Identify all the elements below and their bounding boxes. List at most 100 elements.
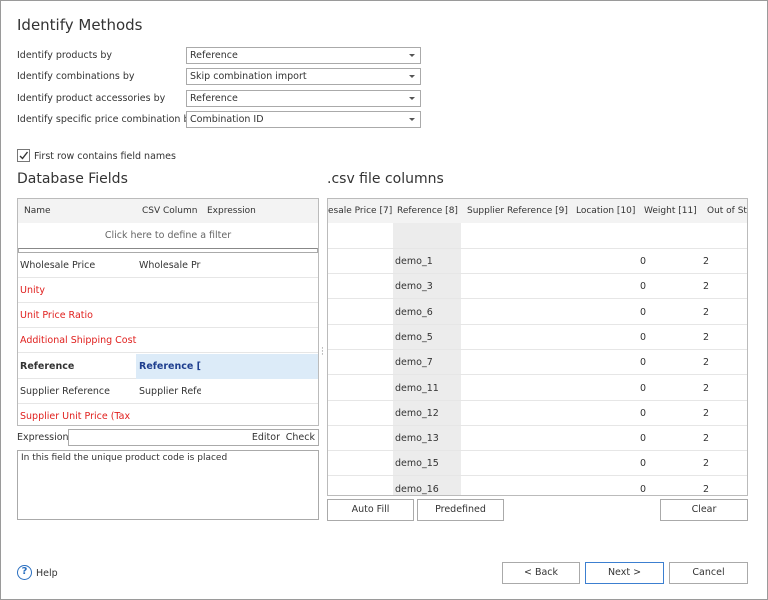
weight-cell: 0 [640, 281, 647, 293]
out-of-stock-cell: 2 [703, 458, 710, 470]
weight-cell: 0 [640, 458, 647, 470]
reference-cell: demo_6 [395, 306, 433, 318]
weight-cell: 0 [640, 256, 647, 267]
reference-cell: demo_15 [395, 458, 439, 470]
reference-cell: demo_7 [395, 357, 433, 369]
field-row[interactable]: Unit Price Ratio [18, 303, 318, 328]
reference-cell: demo_3 [395, 281, 433, 293]
description-box: In this field the unique product code is… [17, 450, 319, 520]
database-fields-grid[interactable]: Name CSV Column Expression Click here to… [17, 198, 319, 426]
out-of-stock-cell: 2 [703, 331, 710, 343]
identify-select[interactable]: Reference [186, 47, 421, 64]
csv-header: esale Price [7] Reference [8] Supplier R… [328, 199, 747, 223]
field-row[interactable]: Unity [18, 278, 318, 303]
first-row-checkbox[interactable] [17, 149, 30, 162]
field-row[interactable]: Wholesale Price Wholesale Pri [18, 253, 318, 278]
out-of-stock-cell: 2 [703, 306, 710, 318]
next-button[interactable]: Next > [585, 562, 664, 584]
out-of-stock-cell: 2 [703, 256, 710, 267]
csv-columns-grid[interactable]: esale Price [7] Reference [8] Supplier R… [327, 198, 748, 496]
field-row[interactable]: Supplier Unit Price (Tax [18, 404, 318, 425]
identify-select[interactable]: Skip combination import [186, 68, 421, 86]
field-row[interactable]: Reference Reference [8] [18, 354, 318, 379]
weight-cell: 0 [640, 433, 647, 445]
csv-row[interactable]: demo_7 0 2 [328, 350, 747, 376]
identify-label: Identify product accessories by [17, 92, 166, 104]
field-name: Unity [20, 285, 45, 296]
select-value: Reference [190, 50, 238, 61]
csv-filter-row[interactable] [328, 223, 747, 249]
csv-col-header[interactable]: Weight [11] [644, 199, 697, 223]
identify-select[interactable]: Reference [186, 89, 421, 107]
expression-input[interactable]: Editor Check [68, 429, 319, 446]
csv-row[interactable]: demo_11 0 2 [328, 376, 747, 401]
out-of-stock-cell: 2 [703, 357, 710, 369]
chevron-down-icon [409, 117, 415, 121]
csv-col-header[interactable]: Out of St [707, 199, 747, 223]
csv-row[interactable]: demo_13 0 2 [328, 426, 747, 452]
field-name: Wholesale Price [20, 260, 96, 271]
check-button[interactable]: Check [286, 432, 315, 443]
grid-header: Name CSV Column Expression [18, 199, 318, 223]
column-csv[interactable]: CSV Column [142, 199, 197, 223]
csv-row[interactable]: demo_5 0 2 [328, 325, 747, 350]
out-of-stock-cell: 2 [703, 483, 710, 495]
weight-cell: 0 [640, 306, 647, 318]
csv-col-header[interactable]: Supplier Reference [9] [467, 199, 568, 223]
database-fields-title: Database Fields [17, 171, 128, 187]
select-value: Reference [190, 92, 238, 104]
field-row[interactable]: Supplier Reference Supplier Refer [18, 379, 318, 404]
field-csv-column: Wholesale Pri [139, 260, 201, 271]
identify-label: Identify combinations by [17, 71, 135, 83]
clear-button[interactable]: Clear [660, 499, 748, 521]
expression-label: Expression [17, 432, 69, 443]
weight-cell: 0 [640, 331, 647, 343]
editor-button[interactable]: Editor [252, 432, 280, 443]
csv-row[interactable]: demo_6 0 2 [328, 300, 747, 325]
field-name: Unit Price Ratio [20, 310, 93, 321]
predefined-button[interactable]: Predefined [417, 499, 504, 521]
csv-col-header[interactable]: esale Price [7] [328, 199, 392, 223]
csv-row[interactable]: demo_1 0 2 [328, 249, 747, 274]
help-icon[interactable]: ? [17, 565, 32, 580]
identify-label: Identify products by [17, 50, 113, 61]
reference-cell: demo_5 [395, 331, 433, 343]
filter-row[interactable]: Click here to define a filter [18, 223, 318, 248]
reference-cell: demo_12 [395, 407, 439, 419]
column-expression[interactable]: Expression [207, 199, 256, 223]
csv-col-header[interactable]: Location [10] [576, 199, 635, 223]
out-of-stock-cell: 2 [703, 433, 710, 445]
weight-cell: 0 [640, 407, 647, 419]
page-title: Identify Methods [17, 16, 143, 34]
cancel-button[interactable]: Cancel [669, 562, 748, 584]
field-name: Supplier Unit Price (Tax [20, 411, 131, 422]
reference-cell: demo_1 [395, 256, 433, 267]
csv-row[interactable]: demo_12 0 2 [328, 401, 747, 426]
out-of-stock-cell: 2 [703, 407, 710, 419]
csv-row[interactable]: demo_15 0 2 [328, 451, 747, 477]
select-value: Combination ID [190, 113, 264, 125]
reference-cell: demo_16 [395, 483, 439, 495]
splitter-handle[interactable]: · · · [321, 345, 324, 360]
back-button[interactable]: < Back [502, 562, 580, 584]
chevron-down-icon [409, 96, 415, 100]
csv-row[interactable]: demo_3 0 2 [328, 274, 747, 300]
first-row-label: First row contains field names [34, 151, 176, 162]
chevron-down-icon [409, 75, 415, 79]
out-of-stock-cell: 2 [703, 382, 710, 394]
field-name: Reference [20, 361, 75, 372]
csv-columns-title: .csv file columns [327, 171, 444, 187]
weight-cell: 0 [640, 483, 647, 495]
field-row[interactable]: Additional Shipping Cost [18, 328, 318, 353]
csv-col-header[interactable]: Reference [8] [397, 199, 458, 223]
identify-label: Identify specific price combination by [17, 113, 196, 125]
help-link[interactable]: Help [36, 568, 58, 579]
chevron-down-icon [409, 54, 415, 57]
out-of-stock-cell: 2 [703, 281, 710, 293]
csv-row[interactable]: demo_16 0 2 [328, 477, 747, 495]
check-icon [19, 151, 29, 160]
column-name[interactable]: Name [24, 199, 51, 223]
select-value: Skip combination import [190, 71, 307, 83]
identify-select[interactable]: Combination ID [186, 110, 421, 128]
auto-fill-button[interactable]: Auto Fill [327, 499, 414, 521]
